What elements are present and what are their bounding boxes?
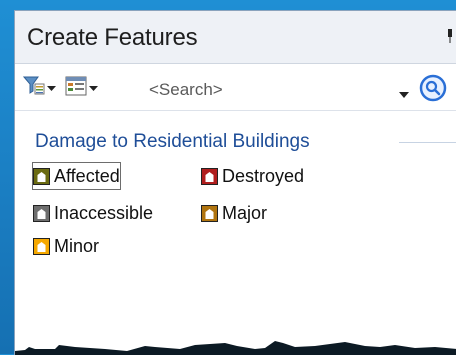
template-major[interactable]: Major xyxy=(201,200,267,226)
filter-templates-button[interactable] xyxy=(22,75,59,102)
template-label: Inaccessible xyxy=(54,202,154,223)
template-inaccessible[interactable]: Inaccessible xyxy=(33,200,153,226)
building-icon xyxy=(33,167,50,185)
building-icon xyxy=(201,204,218,222)
pane-title-bar[interactable]: Create Features xyxy=(15,11,456,64)
template-label: Affected xyxy=(54,165,120,186)
create-features-pane: Create Features <Search> Damage to Resid… xyxy=(14,10,456,355)
chevron-down-icon[interactable] xyxy=(399,86,409,98)
search-input[interactable] xyxy=(147,78,391,102)
building-icon xyxy=(33,237,50,255)
building-icon xyxy=(201,167,218,185)
pane-title: Create Features xyxy=(27,24,198,51)
search-icon[interactable] xyxy=(419,74,447,102)
template-minor[interactable]: Minor xyxy=(33,233,99,259)
group-header: Damage to Residential Buildings xyxy=(35,131,310,152)
filter-icon xyxy=(22,75,45,102)
template-group: Damage to Residential Buildings Affected… xyxy=(15,111,456,355)
template-label: Minor xyxy=(54,235,100,256)
building-icon xyxy=(33,204,50,222)
template-affected[interactable]: Affected xyxy=(32,162,121,190)
pin-icon[interactable] xyxy=(447,29,453,43)
city-skyline-decoration xyxy=(15,341,456,355)
chevron-down-icon xyxy=(87,79,98,97)
group-divider xyxy=(399,142,456,143)
templates-toolbar xyxy=(15,64,456,111)
template-label: Destroyed xyxy=(222,165,305,186)
organize-templates-button[interactable] xyxy=(65,76,98,101)
template-destroyed[interactable]: Destroyed xyxy=(201,163,304,189)
organize-templates-icon xyxy=(65,76,87,101)
template-label: Major xyxy=(222,202,268,223)
chevron-down-icon xyxy=(45,79,56,97)
